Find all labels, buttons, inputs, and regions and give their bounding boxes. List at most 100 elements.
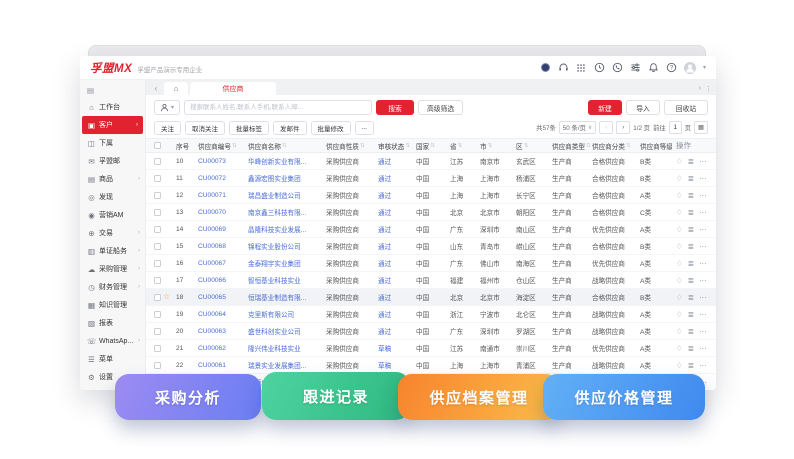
more-icon[interactable]: ⋯ (699, 293, 707, 302)
tag-icon[interactable]: ♢ (676, 208, 683, 217)
doc-icon[interactable]: ≣ (688, 361, 694, 370)
more-icon[interactable]: ⋯ (699, 157, 707, 166)
tag-icon[interactable]: ♢ (676, 259, 683, 268)
more-icon[interactable]: ⋯ (699, 208, 707, 217)
select-all-checkbox[interactable] (154, 142, 161, 149)
row-checkbox[interactable] (154, 328, 161, 335)
sidebar-item-workbench[interactable]: ⌂ 工作台 › (80, 98, 145, 116)
row-checkbox[interactable] (154, 311, 161, 318)
row-checkbox[interactable] (154, 294, 161, 301)
supplier-code-link[interactable]: CU00071 (196, 192, 246, 199)
audit-status-link[interactable]: 通过 (376, 241, 414, 251)
sidebar-item-knowledge[interactable]: ▦ 知识管理 › (80, 296, 145, 314)
sidebar-item-reports[interactable]: ▧ 报表 › (80, 314, 145, 332)
sort-icon[interactable]: ⇅ (360, 143, 365, 149)
supplier-code-link[interactable]: CU00063 (196, 328, 246, 335)
table-row[interactable]: ☆ 21 CU00062 隆兴伟业科技实业 采购供应商 草稿 中国 江苏 南通市… (146, 340, 716, 357)
table-row[interactable]: ☆ 18 CU00065 恒瑞基业制造有限... 采购供应商 通过 中国 北京 … (146, 289, 716, 306)
supplier-code-link[interactable]: CU00064 (196, 311, 246, 318)
supplier-code-link[interactable]: CU00070 (196, 209, 246, 216)
row-checkbox[interactable] (154, 209, 161, 216)
sort-icon[interactable]: ⇅ (430, 143, 435, 149)
tag-icon[interactable]: ♢ (676, 293, 683, 302)
supplier-name-link[interactable]: 瑞昌盛业制造公司 (246, 190, 324, 200)
chevron-down-icon[interactable]: ▾ (703, 64, 706, 71)
more-icon[interactable]: ⋯ (699, 191, 707, 200)
audit-status-link[interactable]: 通过 (376, 224, 414, 234)
tab-scroll-right-icon[interactable]: › (699, 85, 701, 92)
more-actions-button[interactable]: ... (355, 121, 374, 135)
clock-icon[interactable] (594, 62, 605, 73)
supplier-name-link[interactable]: 克里斯有限公司 (246, 309, 324, 319)
batch-edit-button[interactable]: 批量修改 (311, 121, 351, 135)
table-row[interactable]: ☆ 12 CU00071 瑞昌盛业制造公司 采购供应商 通过 中国 上海 上海市… (146, 187, 716, 204)
tag-icon[interactable]: ♢ (676, 344, 683, 353)
doc-icon[interactable]: ≣ (688, 327, 694, 336)
import-button[interactable]: 导入 (626, 100, 660, 115)
row-checkbox[interactable] (154, 362, 161, 369)
goto-page-input[interactable] (669, 121, 682, 134)
table-row[interactable]: ☆ 17 CU00066 智恒基业科技实业 采购供应商 通过 中国 福建 福州市… (146, 272, 716, 289)
doc-icon[interactable]: ≣ (688, 293, 694, 302)
sidebar-item-products[interactable]: ▤ 商品 › (80, 170, 145, 188)
sidebar-item-finance[interactable]: ◷ 财务管理 › (80, 278, 145, 296)
sidebar-item-customers[interactable]: ▣ 客户 › (82, 116, 143, 134)
follow-button[interactable]: 关注 (154, 121, 181, 135)
supplier-name-link[interactable]: 华峰创新实业有限... (246, 156, 324, 166)
supplier-name-link[interactable]: 智恒基业科技实业 (246, 275, 324, 285)
column-header-code[interactable]: 供应商编号 ⇅ (196, 141, 246, 151)
theme-icon[interactable] (540, 62, 551, 73)
next-page-button[interactable]: › (616, 121, 630, 134)
table-row[interactable]: ☆ 14 CU00069 晶隆科技实业发展... 采购供应商 通过 中国 广东 … (146, 221, 716, 238)
sidebar-item-discover[interactable]: ◎ 发现 › (80, 188, 145, 206)
column-header-op[interactable]: 操作 (672, 140, 716, 151)
apps-icon[interactable] (576, 62, 587, 73)
audit-status-link[interactable]: 草稿 (376, 360, 414, 370)
sidebar-item-subordinates[interactable]: ◫ 下属 › (80, 134, 145, 152)
row-checkbox[interactable] (154, 226, 161, 233)
recycle-bin-button[interactable]: 回收站 (664, 100, 708, 115)
audit-status-link[interactable]: 草稿 (376, 343, 414, 353)
column-header-idx[interactable]: 序号 (174, 141, 196, 151)
sidebar-item-menu[interactable]: ☰ 菜单 › (80, 350, 145, 368)
audit-status-link[interactable]: 通过 (376, 156, 414, 166)
sort-icon[interactable]: ⇅ (282, 143, 287, 149)
audit-status-link[interactable]: 通过 (376, 326, 414, 336)
column-header-city[interactable]: 市 ⇅ (478, 141, 514, 151)
whatsapp-icon[interactable] (612, 62, 623, 73)
quick-button-supply-archives[interactable]: 供应档案管理 (398, 374, 560, 420)
supplier-name-link[interactable]: 锦程实业股份公司 (246, 241, 324, 251)
more-icon[interactable]: ⋯ (699, 225, 707, 234)
row-checkbox[interactable] (154, 277, 161, 284)
supplier-code-link[interactable]: CU00068 (196, 243, 246, 250)
sidebar-item-whatsapp[interactable]: ☏ WhatsAp... › (80, 332, 145, 350)
sort-icon[interactable]: ⇅ (232, 143, 237, 149)
sort-icon[interactable]: ⇅ (488, 143, 493, 149)
quick-button-supply-pricing[interactable]: 供应价格管理 (543, 374, 705, 420)
tag-icon[interactable]: ♢ (676, 361, 683, 370)
column-header-country[interactable]: 国家 ⇅ (414, 141, 448, 151)
star-icon[interactable]: ☆ (163, 293, 170, 301)
send-mail-button[interactable]: 发邮件 (273, 121, 307, 135)
doc-icon[interactable]: ≣ (688, 259, 694, 268)
doc-icon[interactable]: ≣ (688, 208, 694, 217)
supplier-name-link[interactable]: 南京鑫三科技有限... (246, 207, 324, 217)
doc-icon[interactable]: ≣ (688, 242, 694, 251)
more-icon[interactable]: ⋯ (699, 361, 707, 370)
tab-home[interactable]: ⌂ (164, 82, 188, 95)
audit-status-link[interactable]: 通过 (376, 258, 414, 268)
sidebar-item-marketing-am[interactable]: ◉ 营销AM › (80, 206, 145, 224)
column-header-name[interactable]: 供应商名称 ⇅ (246, 141, 324, 151)
column-header-status[interactable]: 审核状态 ⇅ (376, 141, 414, 151)
table-row[interactable]: ☆ 15 CU00068 锦程实业股份公司 采购供应商 通过 中国 山东 青岛市… (146, 238, 716, 255)
tag-icon[interactable]: ♢ (676, 310, 683, 319)
table-row[interactable]: ☆ 11 CU00072 鑫源宏图实业集团 采购供应商 通过 中国 上海 上海市… (146, 170, 716, 187)
column-header-district[interactable]: 区 ⇅ (514, 141, 550, 151)
audit-status-link[interactable]: 通过 (376, 173, 414, 183)
table-row[interactable]: ☆ 20 CU00063 盛世科创实业公司 采购供应商 通过 中国 广东 深圳市… (146, 323, 716, 340)
doc-icon[interactable]: ≣ (688, 191, 694, 200)
supplier-name-link[interactable]: 恒瑞基业制造有限... (246, 292, 324, 302)
batch-tag-button[interactable]: 批量标签 (229, 121, 269, 135)
table-row[interactable]: ☆ 22 CU00061 瑞景实业发展集团... 采购供应商 草稿 中国 上海 … (146, 357, 716, 374)
column-header-province[interactable]: 省 ⇅ (448, 141, 478, 151)
